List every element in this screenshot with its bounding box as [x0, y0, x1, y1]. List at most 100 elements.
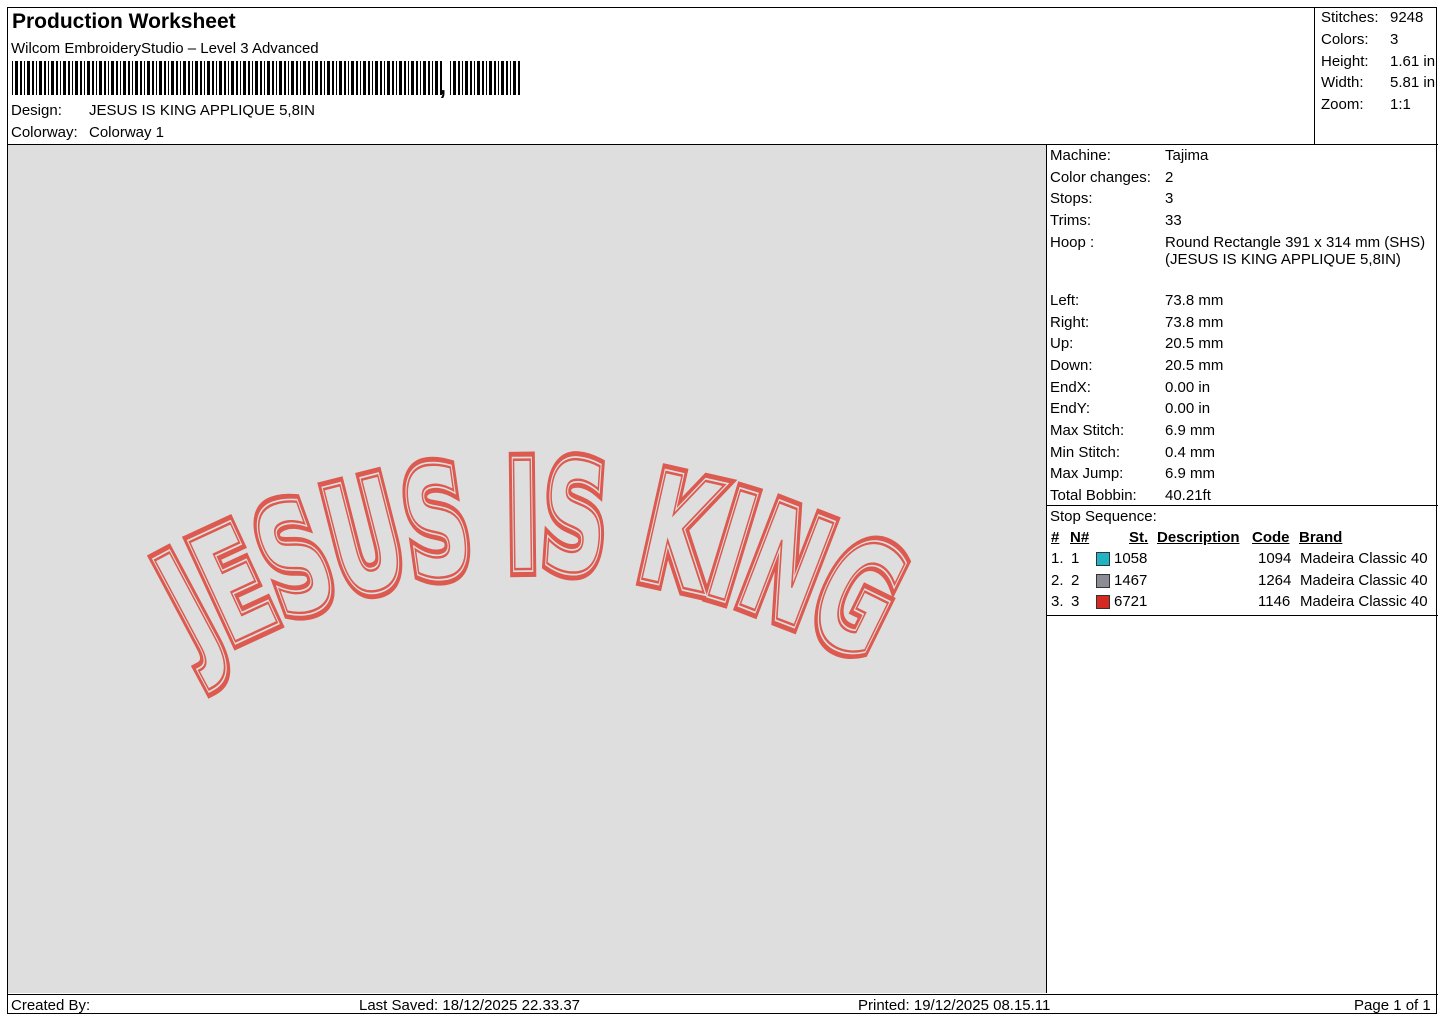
design-text-path-inline: JESUS IS KING [128, 429, 929, 696]
barcode-bar [176, 61, 178, 95]
barcode-bar [140, 61, 142, 95]
stat-label: Colors: [1321, 31, 1369, 48]
machine-info-value: 6.9 mm [1165, 465, 1216, 483]
barcode-bar [228, 61, 229, 95]
barcode-bar [195, 61, 198, 95]
barcode-bar [384, 61, 385, 95]
barcode-bar [291, 61, 294, 95]
stop-index: 3. [1051, 593, 1064, 610]
barcode-bar [80, 61, 82, 95]
barcode-bar [501, 61, 504, 95]
barcode-bar [420, 61, 421, 95]
stop-sequence-row: 3. 3 6721 1146 Madeira Classic 40 [1047, 593, 1438, 614]
design-text-inline: JESUS IS KING [129, 431, 928, 695]
machine-info-value: 20.5 mm [1165, 335, 1224, 353]
machine-info-value: 3 [1165, 190, 1174, 208]
machine-info-label: EndY: [1050, 400, 1091, 418]
barcode-bar [104, 61, 106, 95]
barcode-bar [231, 61, 234, 95]
machine-info-value: 0.00 in [1165, 400, 1211, 418]
col-header-description: Description [1157, 529, 1240, 546]
barcode-bar [356, 61, 358, 95]
needle-number: 1 [1071, 550, 1080, 567]
barcode-bar [432, 61, 433, 95]
barcode-bar [518, 61, 520, 95]
col-header-n: N# [1070, 529, 1090, 546]
barcode-bar [108, 61, 109, 95]
barcode-bar [44, 61, 46, 95]
machine-info-label: Min Stitch: [1050, 443, 1121, 461]
thread-brand: Madeira Classic 40 [1300, 550, 1428, 567]
barcode-bar [498, 61, 499, 95]
barcode-bar [465, 61, 468, 95]
barcode-bar [72, 61, 73, 95]
barcode-bar [308, 61, 310, 95]
barcode-bar [204, 61, 205, 95]
barcode-bar [36, 61, 37, 95]
barcode-bar [486, 61, 487, 95]
stat-height: Height: 1.61 in [1321, 53, 1435, 70]
barcode-bar [458, 61, 460, 95]
barcode-bar [183, 61, 186, 95]
col-header-code: Code [1252, 529, 1290, 546]
colorway-row: Colorway: Colorway 1 [11, 124, 164, 141]
barcode-bar [387, 61, 390, 95]
stat-zoom: Zoom: 1:1 [1321, 96, 1411, 113]
page-number: Page 1 of 1 [1354, 997, 1431, 1014]
barcode-bar [453, 61, 456, 95]
thread-code: 1264 [1258, 571, 1292, 589]
barcode-bar [320, 61, 322, 95]
barcode-bar [288, 61, 289, 95]
barcode-bar [252, 61, 253, 95]
barcode-bar [212, 61, 214, 95]
colorway-label: Colorway: [11, 124, 78, 141]
barcode-bar [264, 61, 265, 95]
stop-sequence-panel: Stop Sequence: # N# St. Description Code… [1047, 506, 1438, 616]
barcode-bar [12, 61, 13, 95]
stop-sequence-row: 2. 2 1467 1264 Madeira Classic 40 [1047, 572, 1438, 593]
barcode-bar [144, 61, 145, 95]
barcode-bar [236, 61, 238, 95]
stat-width: Width: 5.81 in [1321, 74, 1435, 91]
barcode-bar [411, 61, 414, 95]
barcode-bar [380, 61, 382, 95]
stitch-count: 1058 [1114, 550, 1148, 567]
barcode-bar [20, 61, 22, 95]
thread-code: 1146 [1258, 593, 1291, 610]
machine-info-value: Round Rectangle 391 x 314 mm (SHS) (JESU… [1165, 233, 1426, 268]
barcode-bar [474, 61, 475, 95]
worksheet-header: Production Worksheet Wilcom EmbroiderySt… [8, 8, 1438, 145]
stitch-count: 6721 [1114, 593, 1148, 610]
barcode-bar [56, 61, 58, 95]
barcode-bar [489, 61, 492, 95]
barcode-bar [267, 61, 270, 95]
barcode-bar [462, 61, 463, 95]
machine-info-value: 40.21ft [1165, 487, 1211, 505]
barcode-bar [39, 61, 42, 95]
barcode-bar [324, 61, 325, 95]
barcode-bar [164, 61, 166, 95]
worksheet-title: Production Worksheet [12, 10, 236, 33]
barcode-bar [168, 61, 169, 95]
barcode-bar [477, 61, 480, 95]
machine-info-label: Trims: [1050, 212, 1092, 230]
barcode-bar [339, 61, 342, 95]
barcode-bar [219, 61, 222, 95]
machine-info-label: Machine: [1050, 147, 1111, 164]
machine-info-value: Tajima [1165, 147, 1209, 164]
col-header-stitches: St. [1129, 529, 1149, 546]
barcode-bar [135, 61, 138, 95]
barcode-bar [513, 61, 516, 95]
barcode-bar [240, 61, 241, 95]
machine-info-label: Down: [1050, 356, 1093, 374]
machine-info-panel: Machine: Tajima Color changes: 2 Stops: 3 Trim… [1047, 145, 1438, 506]
barcode-bar [188, 61, 190, 95]
machine-info-value: 0.4 mm [1165, 443, 1216, 461]
stat-stitches: Stitches: 9248 [1321, 9, 1423, 26]
stat-value: 1.61 in [1390, 53, 1436, 70]
barcode-bar [99, 61, 102, 95]
stat-value: 9248 [1390, 9, 1424, 26]
stop-index: 1. [1051, 550, 1064, 567]
machine-info-label: Color changes: [1050, 168, 1151, 186]
barcode-bar [132, 61, 133, 95]
